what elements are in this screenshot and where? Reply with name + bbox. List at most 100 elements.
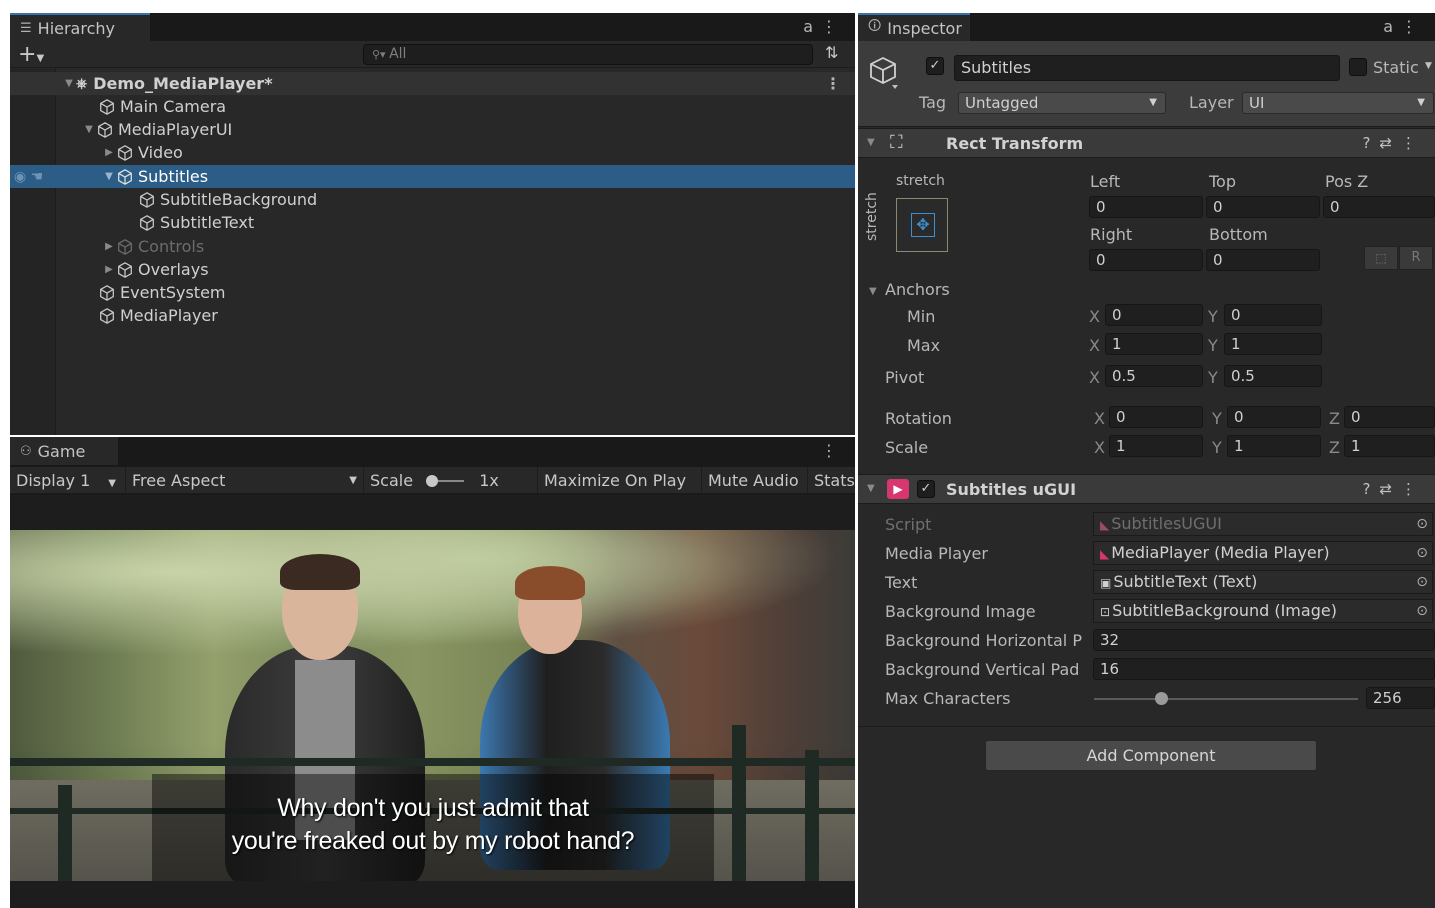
kebab-menu-icon[interactable]: ⋮ <box>1401 480 1425 498</box>
caret-right-icon[interactable]: ▶ <box>102 147 116 158</box>
tag-dropdown[interactable]: Untagged ▼ <box>958 92 1166 114</box>
anchor-min-label: Min <box>907 307 936 326</box>
rotation-z-field[interactable]: 0 <box>1344 406 1435 428</box>
sort-icon[interactable]: ⇅ <box>825 43 838 62</box>
top-field[interactable]: 0 <box>1206 196 1320 218</box>
list-item[interactable]: ▼ MediaPlayerUI <box>10 118 855 141</box>
scale-y-field[interactable]: 1 <box>1227 435 1321 457</box>
kebab-menu-icon[interactable]: ⋮ <box>821 441 845 460</box>
caret-right-icon[interactable]: ▶ <box>102 241 116 252</box>
anchor-min-y-field[interactable]: 0 <box>1224 304 1322 326</box>
add-object-button[interactable]: +▼ <box>18 42 44 67</box>
list-item[interactable]: SubtitleText <box>10 211 855 234</box>
static-label: Static <box>1373 58 1419 77</box>
scale-slider[interactable]: Scale 1x <box>364 467 538 494</box>
bottom-label: Bottom <box>1209 225 1268 244</box>
object-picker-icon[interactable]: ⊙ <box>1416 542 1428 564</box>
bottom-field[interactable]: 0 <box>1206 249 1320 271</box>
caret-down-icon[interactable]: ▼ <box>102 171 116 182</box>
rotation-x-field[interactable]: 0 <box>1109 406 1203 428</box>
tab-hierarchy[interactable]: ☰ Hierarchy <box>10 13 150 41</box>
pivot-x-field[interactable]: 0.5 <box>1105 365 1203 387</box>
help-icon[interactable]: ? <box>1362 134 1379 152</box>
settings-sliders-icon[interactable]: ⇄ <box>1379 134 1401 152</box>
kebab-menu-icon[interactable]: ⋮ <box>821 17 845 36</box>
layer-dropdown[interactable]: UI ▼ <box>1242 92 1434 114</box>
lock-icon[interactable]: a <box>803 17 821 36</box>
anchor-max-y-field[interactable]: 1 <box>1224 333 1322 355</box>
rotation-y-field[interactable]: 0 <box>1227 406 1321 428</box>
max-characters-slider-track[interactable] <box>1094 698 1358 700</box>
kebab-menu-icon[interactable]: ⋮ <box>1401 17 1425 36</box>
subtitles-ugui-header[interactable]: ▼ ▶ ✓ Subtitles uGUI ?⇄⋮ <box>858 474 1435 504</box>
anchor-min-x-field[interactable]: 0 <box>1105 304 1203 326</box>
chevron-down-icon[interactable]: ▼ <box>1425 61 1432 71</box>
lock-icon[interactable]: a <box>1383 17 1401 36</box>
scale-z-field[interactable]: 1 <box>1344 435 1435 457</box>
tab-inspector[interactable]: 🛈 Inspector <box>858 13 970 41</box>
anchors-label[interactable]: Anchors <box>885 280 950 299</box>
active-checkbox[interactable]: ✓ <box>926 57 944 75</box>
list-item-selected[interactable]: ◉ ☚ ▼ Subtitles <box>10 165 855 188</box>
object-picker-icon[interactable]: ⊙ <box>1416 600 1428 622</box>
background-vpad-field[interactable]: 16 <box>1093 658 1435 680</box>
component-enabled-checkbox[interactable]: ✓ <box>917 480 935 498</box>
list-item[interactable]: SubtitleBackground <box>10 188 855 211</box>
rect-transform-header[interactable]: ▼ ⛶ Rect Transform ?⇄⋮ <box>858 128 1435 158</box>
mute-audio-toggle[interactable]: Mute Audio <box>702 467 808 494</box>
aspect-dropdown[interactable]: Free Aspect ▼ <box>126 467 364 494</box>
max-characters-slider-knob[interactable] <box>1155 692 1168 705</box>
object-name-field[interactable]: Subtitles <box>954 55 1340 81</box>
help-icon[interactable]: ? <box>1362 480 1379 498</box>
list-item[interactable]: MediaPlayer <box>10 304 855 327</box>
left-field[interactable]: 0 <box>1089 196 1203 218</box>
blueprint-mode-button[interactable]: ⬚ <box>1364 246 1398 270</box>
object-picker-icon[interactable]: ⊙ <box>1416 571 1428 593</box>
caret-down-icon[interactable]: ▼ <box>82 124 96 135</box>
caret-right-icon[interactable]: ▶ <box>102 264 116 275</box>
eye-icon[interactable]: ◉ ☚ <box>14 169 43 185</box>
tab-game[interactable]: ⚇ Game <box>10 437 118 465</box>
caret-down-icon[interactable]: ▼ <box>867 483 875 494</box>
pivot-x-value: 0.5 <box>1112 367 1136 385</box>
foliage-background <box>10 530 855 670</box>
text-field[interactable]: ▣ SubtitleText (Text) ⊙ <box>1093 570 1433 594</box>
posz-field[interactable]: 0 <box>1323 196 1435 218</box>
list-item[interactable]: ▶ Controls <box>10 235 855 258</box>
caret-down-icon[interactable]: ▼ <box>867 137 875 148</box>
background-image-field[interactable]: ⊡ SubtitleBackground (Image) ⊙ <box>1093 599 1433 623</box>
raw-edit-button[interactable]: R <box>1399 246 1433 270</box>
avpro-script-icon: ▶ <box>887 479 909 499</box>
scale-x-field[interactable]: 1 <box>1109 435 1203 457</box>
stats-toggle[interactable]: Stats <box>808 467 855 494</box>
max-characters-value: 256 <box>1373 689 1402 707</box>
caret-down-icon[interactable]: ▼ <box>869 286 877 297</box>
background-hpad-field[interactable]: 32 <box>1093 629 1435 651</box>
list-item[interactable]: ▶ Overlays <box>10 258 855 281</box>
right-field[interactable]: 0 <box>1089 249 1203 271</box>
hierarchy-tab-actions: a⋮ <box>803 17 845 36</box>
settings-sliders-icon[interactable]: ⇄ <box>1379 480 1401 498</box>
pivot-y-field[interactable]: 0.5 <box>1224 365 1322 387</box>
maximize-on-play-toggle[interactable]: Maximize On Play <box>538 467 702 494</box>
chevron-down-icon: ▼ <box>36 53 45 64</box>
kebab-menu-icon[interactable]: ⋮ <box>1401 134 1425 152</box>
chevron-down-icon: ▼ <box>1417 97 1425 108</box>
list-item[interactable]: EventSystem <box>10 281 855 304</box>
scene-row[interactable]: ▼ ⎈ Demo_MediaPlayer* ⋮ <box>10 72 855 95</box>
display-dropdown[interactable]: Display 1 ▼ <box>10 467 126 494</box>
cube-icon <box>140 191 154 208</box>
anchor-presets-button[interactable]: ✥ <box>896 198 948 252</box>
hierarchy-search-input[interactable]: ⚲▾ All <box>363 44 813 65</box>
media-player-field[interactable]: ◣ MediaPlayer (Media Player) ⊙ <box>1093 541 1433 565</box>
kebab-menu-icon[interactable]: ⋮ <box>825 74 841 93</box>
static-checkbox[interactable] <box>1349 58 1367 76</box>
scale-slider-knob[interactable] <box>426 475 439 487</box>
scale-value: 1x <box>479 471 499 490</box>
add-component-button[interactable]: Add Component <box>985 740 1317 771</box>
list-item[interactable]: Main Camera <box>10 95 855 118</box>
list-item[interactable]: ▶ Video <box>10 141 855 164</box>
anchor-max-x-field[interactable]: 1 <box>1105 333 1203 355</box>
max-characters-field[interactable]: 256 <box>1366 687 1435 709</box>
caret-down-icon[interactable]: ▼ <box>62 78 76 89</box>
